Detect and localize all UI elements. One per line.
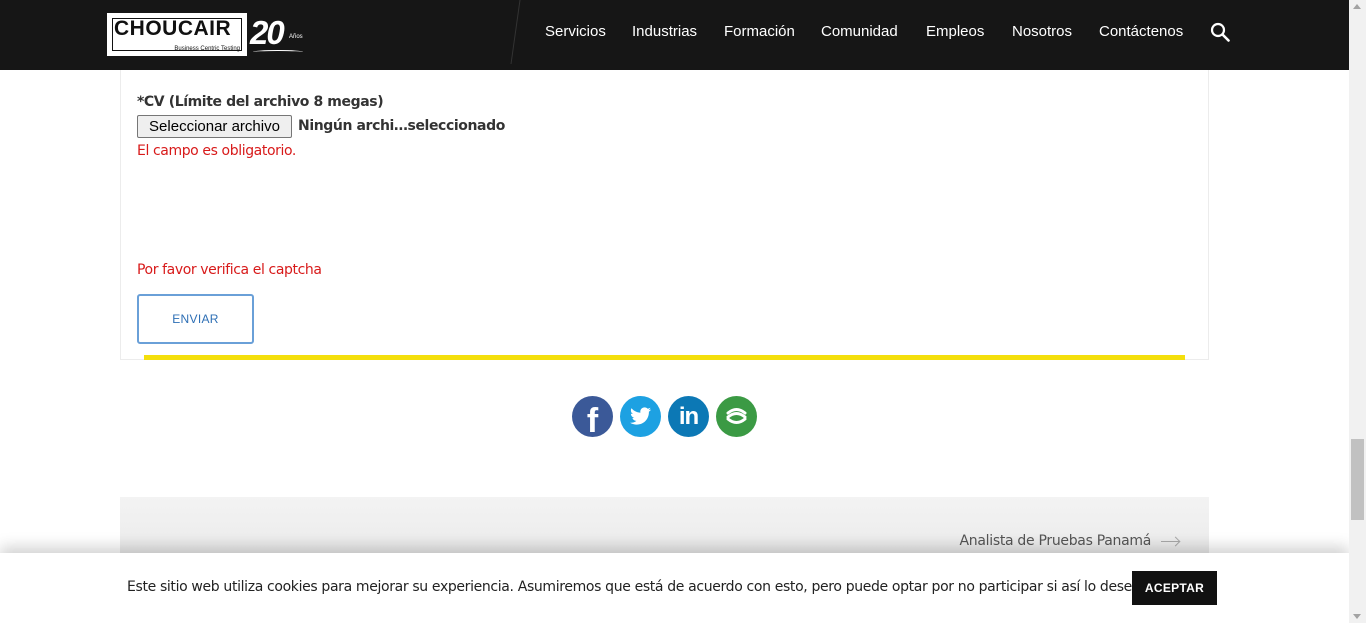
cv-error-message: El campo es obligatorio. [137, 143, 296, 159]
application-form-card [120, 70, 1209, 360]
select-file-button[interactable]: Seleccionar archivo [137, 115, 292, 138]
nav-item-comunidad[interactable]: Comunidad [821, 23, 898, 40]
choucair-logo[interactable]: CHOUCAIR Business Centric Testing 20 Año… [107, 13, 307, 57]
accent-line [144, 355, 1185, 360]
nav-divider [510, 0, 521, 64]
nav-item-servicios[interactable]: Servicios [545, 23, 606, 40]
nav-item-contactenos[interactable]: Contáctenos [1099, 23, 1183, 40]
cookie-message: Este sitio web utiliza cookies para mejo… [127, 579, 1145, 595]
linkedin-share-button[interactable]: in [668, 396, 709, 437]
cookie-banner: Este sitio web utiliza cookies para mejo… [0, 553, 1349, 623]
captcha-error-message: Por favor verifica el captcha [137, 262, 322, 278]
nav-item-empleos[interactable]: Empleos [926, 23, 984, 40]
twitter-share-button[interactable] [620, 396, 661, 437]
page-scrollbar[interactable] [1349, 0, 1366, 623]
scrollbar-thumb[interactable] [1351, 439, 1364, 520]
logo-box: CHOUCAIR Business Centric Testing [107, 13, 247, 56]
logo-text: CHOUCAIR [114, 17, 232, 40]
logo-swoosh [253, 50, 303, 54]
facebook-icon: f [586, 402, 599, 440]
share-more-icon [726, 408, 747, 424]
logo-subtitle: Business Centric Testing [174, 46, 240, 52]
scroll-down-arrow-icon[interactable] [1353, 614, 1361, 619]
logo-anniversary: 20 [250, 14, 285, 51]
twitter-icon [630, 407, 651, 425]
logo-years: Años [289, 34, 303, 40]
search-icon[interactable] [1210, 22, 1230, 42]
linkedin-icon: in [678, 403, 699, 430]
nav-item-nosotros[interactable]: Nosotros [1012, 23, 1072, 40]
file-status: Ningún archi…seleccionado [298, 118, 505, 134]
scroll-up-arrow-icon[interactable] [1353, 4, 1361, 9]
facebook-share-button[interactable]: f [572, 396, 613, 440]
site-header: CHOUCAIR Business Centric Testing 20 Año… [0, 0, 1349, 70]
next-post-link[interactable]: Analista de Pruebas Panamá [960, 533, 1152, 549]
nav-item-formacion[interactable]: Formación [724, 23, 795, 40]
social-share: f in [572, 396, 762, 440]
more-share-button[interactable] [716, 396, 757, 437]
accept-cookies-button[interactable]: ACEPTAR [1132, 571, 1217, 605]
arrow-right-icon [1161, 541, 1179, 542]
submit-button[interactable]: ENVIAR [137, 294, 254, 344]
cv-label: *CV (Límite del archivo 8 megas) [137, 94, 384, 110]
nav-item-industrias[interactable]: Industrias [632, 23, 697, 40]
